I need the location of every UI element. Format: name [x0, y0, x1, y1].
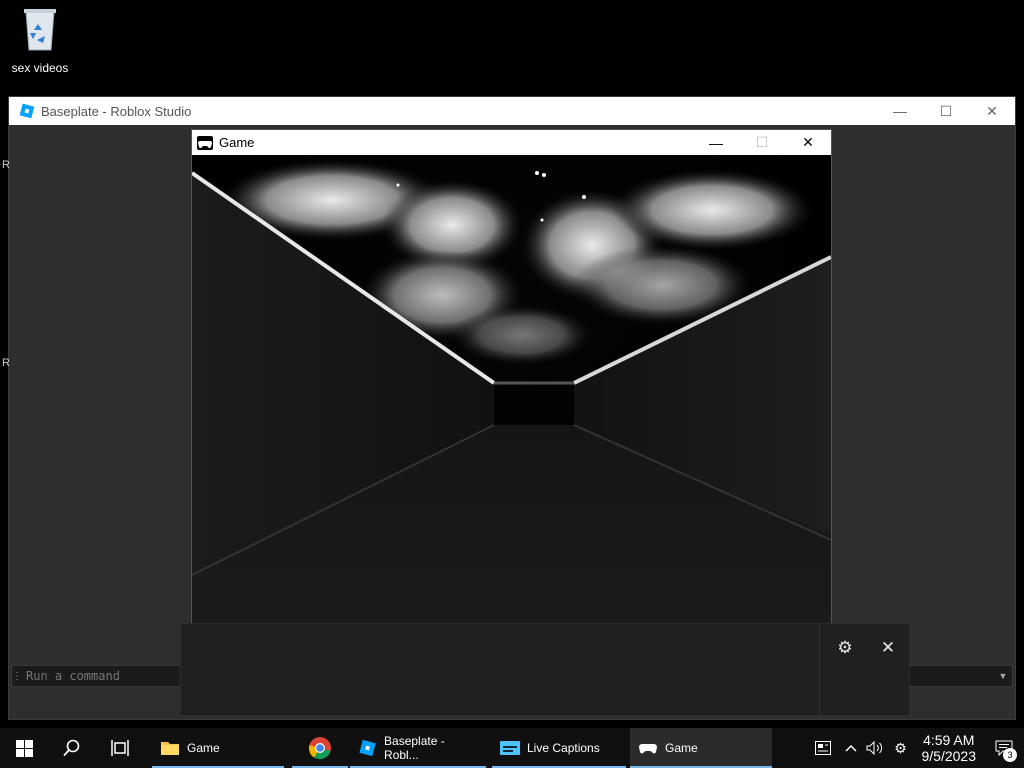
game-title: Game: [219, 135, 255, 150]
live-captions-icon: [500, 741, 520, 755]
roblox-studio-icon: [359, 739, 376, 757]
recycle-bin-icon: [24, 9, 56, 51]
live-captions-panel: ⚙ ✕: [180, 623, 910, 716]
clock-date: 9/5/2023: [921, 748, 977, 764]
task-view-button[interactable]: [96, 728, 144, 768]
game-minimize-button[interactable]: —: [693, 130, 739, 155]
search-icon: [63, 739, 80, 757]
taskbar-app-label: Game: [187, 741, 220, 755]
studio-close-button[interactable]: ✕: [969, 97, 1015, 125]
command-bar-grip-icon[interactable]: ⋮: [12, 671, 22, 682]
side-letter: R: [2, 159, 10, 171]
taskbar-clock[interactable]: 4:59 AM 9/5/2023: [914, 728, 985, 768]
studio-title-bar[interactable]: Baseplate - Roblox Studio — ☐ ✕: [9, 97, 1015, 125]
task-view-icon: [111, 740, 129, 756]
taskbar-app-game[interactable]: Game: [630, 728, 772, 768]
chevron-down-icon[interactable]: ▼: [994, 671, 1012, 681]
studio-title: Baseplate - Roblox Studio: [41, 103, 192, 119]
clock-time: 4:59 AM: [923, 732, 975, 748]
search-button[interactable]: [48, 728, 96, 768]
side-letter: R: [2, 357, 10, 369]
taskbar-app-file-explorer-game[interactable]: Game: [152, 728, 284, 768]
desktop-icon-label: sex videos: [11, 61, 69, 75]
gear-icon[interactable]: ⚙: [888, 728, 914, 768]
chevron-up-icon[interactable]: [840, 728, 862, 768]
desktop-icon-recycle-bin[interactable]: sex videos: [4, 6, 76, 75]
news-widget-icon[interactable]: [806, 728, 840, 768]
windows-logo-icon: [15, 739, 33, 757]
notification-center-button[interactable]: 3: [984, 728, 1024, 768]
gamepad-icon: [197, 135, 213, 150]
captions-text-area: [181, 624, 820, 715]
studio-minimize-button[interactable]: —: [877, 97, 923, 125]
system-tray: ⚙ 4:59 AM 9/5/2023 3: [806, 728, 1024, 768]
roblox-studio-icon: [19, 103, 35, 119]
taskbar-app-label: Baseplate - Robl...: [384, 734, 445, 762]
volume-icon[interactable]: [862, 728, 888, 768]
taskbar-app-label: Live Captions: [527, 741, 600, 755]
taskbar-app-chrome[interactable]: [292, 728, 348, 768]
taskbar: Game Baseplate - Robl... Live Captions G…: [0, 728, 1024, 768]
studio-maximize-button[interactable]: ☐: [923, 97, 969, 125]
gamepad-icon: [639, 744, 657, 754]
start-button[interactable]: [0, 728, 48, 768]
close-icon[interactable]: ✕: [874, 636, 902, 660]
game-close-button[interactable]: ✕: [785, 130, 831, 155]
chrome-icon: [308, 737, 331, 760]
taskbar-app-label: Game: [665, 741, 698, 755]
gear-icon[interactable]: ⚙: [831, 636, 859, 660]
game-title-bar[interactable]: Game — ☐ ✕: [192, 130, 831, 155]
taskbar-app-roblox-studio[interactable]: Baseplate - Robl...: [350, 728, 486, 768]
folder-icon: [161, 742, 179, 755]
notification-badge: 3: [1003, 748, 1017, 762]
game-viewport[interactable]: [192, 155, 831, 625]
game-window: Game — ☐ ✕: [191, 129, 832, 626]
game-maximize-button[interactable]: ☐: [739, 130, 785, 155]
taskbar-app-live-captions[interactable]: Live Captions: [492, 728, 626, 768]
